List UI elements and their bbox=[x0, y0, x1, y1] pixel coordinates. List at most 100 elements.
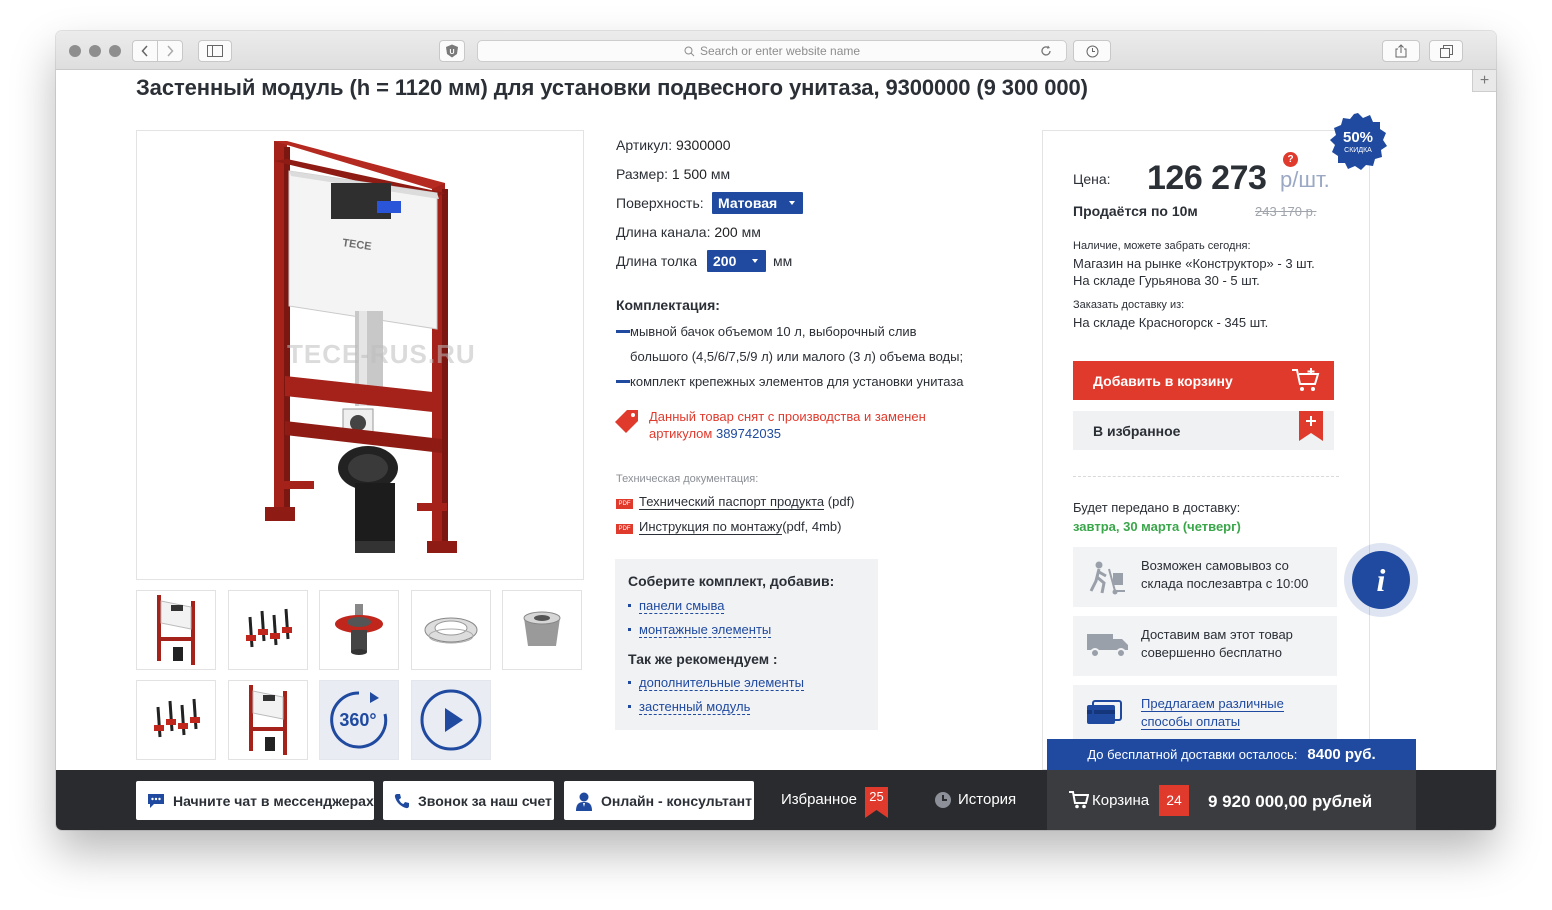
push-length-select-value: 200 bbox=[713, 253, 737, 269]
clock-icon bbox=[1086, 45, 1098, 57]
thumbnail-fasteners[interactable] bbox=[228, 590, 308, 670]
thumbnail-video[interactable] bbox=[411, 680, 491, 760]
recommend-link-extra[interactable]: дополнительные элементы bbox=[628, 675, 804, 691]
divider bbox=[1073, 476, 1339, 477]
attr-push-unit: мм bbox=[773, 253, 793, 269]
forward-button[interactable] bbox=[157, 40, 183, 62]
thumbnail-frame-2[interactable] bbox=[228, 680, 308, 760]
attr-article: Артикул: 9300000 bbox=[616, 137, 731, 153]
recommend-link-label: застенный модуль bbox=[639, 699, 751, 715]
messenger-chat-label: Начните чат в мессенджерах bbox=[173, 792, 374, 809]
online-consultant-label: Онлайн - консультант bbox=[601, 792, 752, 809]
add-to-favorites-button[interactable]: В избранное bbox=[1073, 411, 1334, 450]
replacement-article-link[interactable]: 389742035 bbox=[716, 426, 781, 441]
doc-passport-link[interactable]: Технический паспорт продукта bbox=[639, 494, 825, 510]
extension-button[interactable]: U bbox=[439, 40, 465, 62]
product-main-image[interactable]: TECE TECE-RUS.RU bbox=[136, 130, 584, 580]
close-window-button[interactable] bbox=[69, 45, 81, 57]
bundle-link-flush-panels[interactable]: панели смыва bbox=[628, 598, 725, 614]
history-clock-icon bbox=[935, 792, 951, 808]
attr-size: Размер: 1 500 мм bbox=[616, 166, 730, 182]
frame-thumb-icon bbox=[157, 595, 195, 665]
free-delivery-label: До бесплатной доставки осталось: bbox=[1087, 747, 1298, 762]
surface-select[interactable]: Матовая bbox=[712, 192, 803, 214]
notice-line-1: Данный товар снят с производства и замен… bbox=[649, 409, 926, 424]
new-tab-button[interactable]: + bbox=[1472, 70, 1496, 92]
drain-icon bbox=[335, 604, 383, 655]
doc-instructions[interactable]: PDF Инструкция по монтажу(pdf, 4mb) bbox=[616, 519, 841, 535]
kit-item: мывной бачок объемом 10 л, выборочный сл… bbox=[616, 319, 963, 369]
pdf-icon: PDF bbox=[616, 524, 633, 534]
bullet bbox=[628, 681, 631, 684]
attr-channel-label: Длина канала: bbox=[616, 224, 711, 240]
search-icon bbox=[684, 46, 695, 56]
attr-channel-unit: мм bbox=[741, 224, 761, 240]
bundle-heading: Соберите комплект, добавив: bbox=[628, 573, 835, 589]
history-link[interactable]: История bbox=[958, 791, 1016, 808]
attr-surface-label: Поверхность: bbox=[616, 195, 704, 211]
tabs-icon bbox=[1439, 44, 1453, 58]
sidebar-toggle-button[interactable] bbox=[198, 40, 232, 62]
attr-article-label: Артикул: bbox=[616, 137, 673, 153]
push-length-select[interactable]: 200 bbox=[707, 250, 766, 272]
back-button[interactable] bbox=[132, 40, 158, 62]
sidebar-icon bbox=[207, 45, 223, 57]
pdf-icon: PDF bbox=[616, 499, 633, 509]
attr-size-label: Размер: bbox=[616, 166, 669, 182]
free-call-button[interactable]: Звонок за наш счет bbox=[383, 781, 554, 820]
history-button[interactable] bbox=[1073, 40, 1111, 62]
chevron-left-icon bbox=[141, 45, 148, 57]
thumbnail-frame[interactable] bbox=[136, 590, 216, 670]
favorites-count: 25 bbox=[869, 789, 884, 804]
doc-passport[interactable]: PDF Технический паспорт продукта (pdf) bbox=[616, 494, 855, 510]
bullet bbox=[628, 628, 631, 631]
bullet bbox=[616, 380, 630, 383]
cart-plus-icon bbox=[1292, 368, 1320, 391]
bundle-link-label: панели смыва bbox=[639, 598, 725, 614]
free-delivery-text: Доставим вам этот товар совершенно беспл… bbox=[1141, 627, 1293, 660]
sold-by-unit: Продаётся по 10м bbox=[1073, 203, 1198, 219]
payment-methods-link[interactable]: Предлагаем различные способы оплаты bbox=[1141, 695, 1331, 731]
chevron-right-icon bbox=[167, 45, 174, 57]
fasteners-icon bbox=[246, 608, 292, 648]
recommend-link-module[interactable]: застенный модуль bbox=[628, 699, 751, 715]
attr-size-unit: мм bbox=[710, 166, 731, 182]
favorites-link[interactable]: Избранное bbox=[781, 791, 857, 808]
cart-total: 9 920 000,00 рублей bbox=[1208, 792, 1373, 811]
frame-thumb-icon bbox=[249, 685, 287, 755]
thumbnail-360-view[interactable]: 360° bbox=[319, 680, 399, 760]
bookmark-plus-icon bbox=[1299, 411, 1323, 441]
doc-passport-suffix: (pdf) bbox=[827, 494, 855, 509]
kit-heading: Комплектация: bbox=[616, 297, 720, 313]
thumbnail-grate[interactable] bbox=[502, 590, 582, 670]
cart-link[interactable]: Корзина bbox=[1092, 792, 1149, 809]
thumbnail-drain[interactable] bbox=[319, 590, 399, 670]
reload-icon[interactable] bbox=[1039, 44, 1053, 58]
kit-item: комплект крепежных элементов для установ… bbox=[616, 369, 964, 394]
payment-card: Предлагаем различные способы оплаты bbox=[1073, 685, 1337, 745]
zoom-window-button[interactable] bbox=[109, 45, 121, 57]
doc-instructions-link[interactable]: Инструкция по монтажу bbox=[639, 519, 783, 535]
online-consultant-button[interactable]: Онлайн - консультант bbox=[564, 781, 754, 820]
price-help-icon[interactable]: ? bbox=[1283, 152, 1298, 167]
discontinued-notice: Данный товар снят с производства и замен… bbox=[614, 408, 926, 441]
info-button[interactable]: i bbox=[1344, 543, 1418, 617]
minimize-window-button[interactable] bbox=[89, 45, 101, 57]
add-to-cart-button[interactable]: Добавить в корзину bbox=[1073, 361, 1334, 400]
share-button[interactable] bbox=[1382, 40, 1420, 62]
availability-store-2: На складе Гурьянова 30 - 5 шт. bbox=[1073, 273, 1260, 288]
messenger-chat-button[interactable]: Начните чат в мессенджерах bbox=[136, 781, 374, 820]
bundle-link-mounting[interactable]: монтажные элементы bbox=[628, 622, 772, 638]
ublock-icon: U bbox=[446, 44, 458, 58]
thumbnail-fasteners-2[interactable] bbox=[136, 680, 216, 760]
bullet bbox=[616, 330, 630, 333]
free-delivery-amount: 8400 руб. bbox=[1307, 746, 1376, 763]
delivery-date: завтра, 30 марта (четверг) bbox=[1073, 519, 1241, 534]
tabs-overview-button[interactable] bbox=[1429, 40, 1463, 62]
discount-percent: 50% bbox=[1342, 129, 1374, 146]
caret-down-icon bbox=[752, 259, 758, 266]
address-bar[interactable]: Search or enter website name bbox=[477, 40, 1067, 62]
play-icon bbox=[420, 689, 482, 751]
add-to-favorites-label: В избранное bbox=[1093, 422, 1181, 439]
thumbnail-ring[interactable] bbox=[411, 590, 491, 670]
